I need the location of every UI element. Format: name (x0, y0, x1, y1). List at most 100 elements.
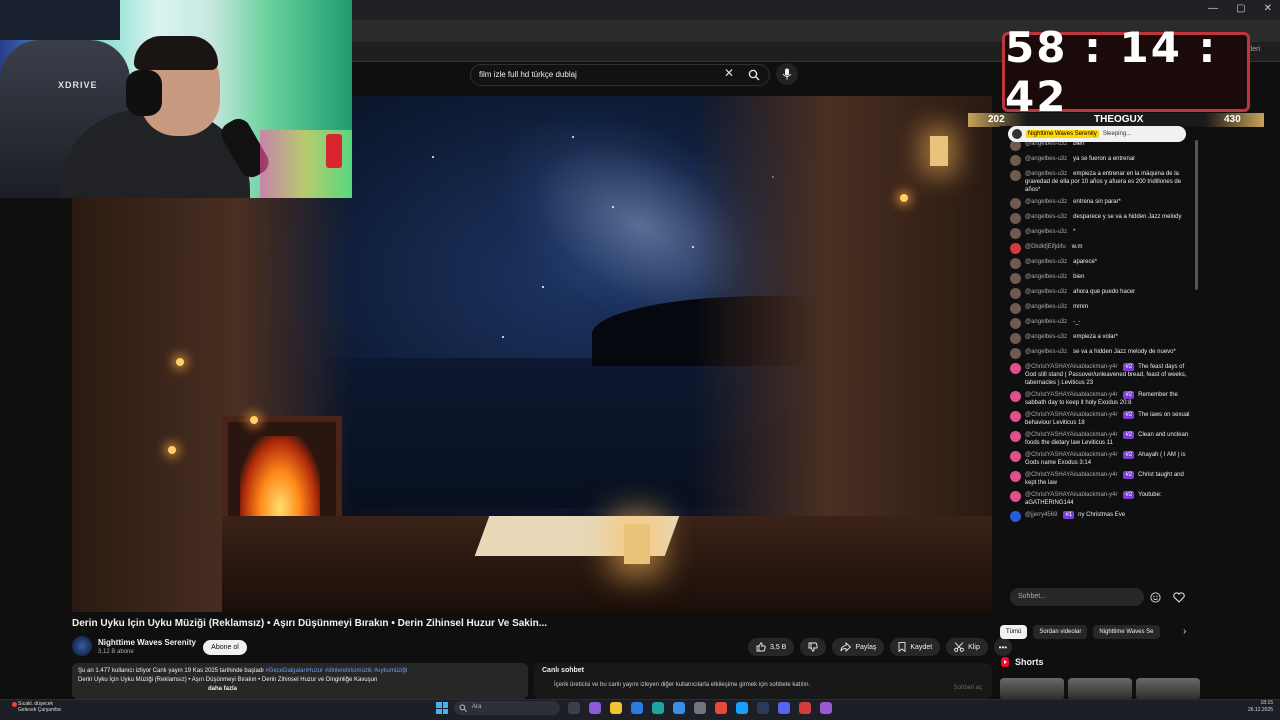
avatar[interactable] (1010, 491, 1021, 502)
chat-message[interactable]: @ChristYASHAYAisablackman-y4r #2 Ahayah ( … (1010, 451, 1192, 467)
chat-scrollbar[interactable] (1195, 140, 1198, 290)
avatar[interactable] (1010, 303, 1021, 314)
chat-message[interactable]: @DkdkfjEifjdifu w.m (1010, 243, 1192, 254)
photos-icon[interactable] (673, 702, 685, 714)
voice-search-button[interactable] (776, 63, 798, 85)
hashtags[interactable]: #GeceDalgalarıHuzur #dinlendiricimüzik #… (265, 668, 407, 674)
chat-author[interactable]: @jjerry4569 (1025, 512, 1057, 518)
chat-author[interactable]: @ChristYASHAYAisablackman-y4r (1025, 364, 1117, 370)
subscribe-button[interactable]: Abone ol (203, 640, 247, 655)
avatar[interactable] (1010, 213, 1021, 224)
chat-author[interactable]: @ChristYASHAYAisablackman-y4r (1025, 392, 1117, 398)
channel-avatar[interactable] (72, 636, 92, 656)
chat-message[interactable]: @angelbes-u3z aparece* (1010, 258, 1192, 269)
emoji-button[interactable] (1148, 590, 1162, 604)
chat-author[interactable]: @angelbes-u3z (1025, 349, 1067, 355)
tabs-next-button[interactable]: › (1183, 626, 1186, 637)
discord-icon[interactable] (778, 702, 790, 714)
avatar[interactable] (1010, 198, 1021, 209)
weather-widget[interactable]: Sıcakl. düşecek Gelecek Çarşamba (18, 701, 61, 713)
chrome-icon[interactable] (715, 702, 727, 714)
avatar[interactable] (1010, 451, 1021, 462)
chat-author[interactable]: @ChristYASHAYAisablackman-y4r (1025, 412, 1117, 418)
avatar[interactable] (1010, 471, 1021, 482)
avatar[interactable] (1010, 243, 1021, 254)
chat-message[interactable]: @jjerry4569 #1 ny Christmas Eve (1010, 511, 1192, 522)
chat-message[interactable]: @angelbes-u3z -_- (1010, 318, 1192, 329)
short-thumbnail[interactable] (1000, 678, 1064, 700)
store-icon[interactable] (631, 702, 643, 714)
avatar[interactable] (1010, 288, 1021, 299)
heart-button[interactable] (1170, 588, 1188, 606)
chat-author[interactable]: @ChristYASHAYAisablackman-y4r (1025, 472, 1117, 478)
chat-author[interactable]: @angelbes-u3z (1025, 259, 1067, 265)
open-chat-button[interactable]: Sohbeti aç (954, 685, 982, 691)
description-box[interactable]: Şu an 1.477 kullanıcı izliyor Canlı yayı… (72, 663, 528, 699)
start-button[interactable] (436, 702, 448, 714)
avatar[interactable] (1010, 363, 1021, 374)
chat-message[interactable]: @ChristYASHAYAisablackman-y4r #2 Christ ta… (1010, 471, 1192, 487)
app-icon[interactable] (736, 702, 748, 714)
channel-name[interactable]: Nighttime Waves Serenity (98, 638, 196, 647)
avatar[interactable] (1010, 170, 1021, 181)
chat-message[interactable]: @angelbes-u3z desparece y se va a hidden … (1010, 213, 1192, 224)
taskbar-search[interactable]: Ara (454, 701, 560, 715)
show-more-link[interactable]: daha fazla (208, 686, 237, 692)
short-thumbnail[interactable] (1136, 678, 1200, 700)
clip-button[interactable]: Klip (946, 638, 988, 656)
app-icon[interactable] (820, 702, 832, 714)
avatar[interactable] (1010, 391, 1021, 402)
chat-author[interactable]: @angelbes-u3z (1025, 319, 1067, 325)
chat-input[interactable]: Sohbet... (1010, 588, 1144, 606)
chat-message[interactable]: @ChristYASHAYAisablackman-y4r #2 Remember … (1010, 391, 1192, 407)
copilot-icon[interactable] (589, 702, 601, 714)
steam-icon[interactable] (757, 702, 769, 714)
chat-author[interactable]: @DkdkfjEifjdifu (1025, 244, 1066, 250)
chat-message[interactable]: @ChristYASHAYAisablackman-y4r #2 The feast… (1010, 363, 1192, 387)
avatar[interactable] (1010, 318, 1021, 329)
chat-author[interactable]: @ChristYASHAYAisablackman-y4r (1025, 492, 1117, 498)
chat-author[interactable]: @angelbes-u3z (1025, 156, 1067, 162)
short-thumbnail[interactable] (1068, 678, 1132, 700)
chat-author[interactable]: @angelbes-u3z (1025, 274, 1067, 280)
share-button[interactable]: Paylaş (832, 638, 885, 656)
app-icon[interactable] (799, 702, 811, 714)
search-button[interactable] (742, 65, 766, 85)
chat-message-list[interactable]: @angelbes-u3z bien @angelbes-u3z ya se fuer… (1010, 140, 1192, 526)
chat-message[interactable]: @angelbes-u3z ya se fueron a entrenar (1010, 155, 1192, 166)
chat-message[interactable]: @ChristYASHAYAisablackman-y4r #2 The laws … (1010, 411, 1192, 427)
more-actions-button[interactable]: ••• (993, 638, 1012, 656)
clear-search-button[interactable]: ✕ (722, 66, 736, 82)
chat-author[interactable]: @ChristYASHAYAisablackman-y4r (1025, 452, 1117, 458)
chat-message[interactable]: @angelbes-u3z bien (1010, 273, 1192, 284)
chat-message[interactable]: @angelbes-u3z mmm (1010, 303, 1192, 314)
edge-icon[interactable] (652, 702, 664, 714)
avatar[interactable] (1010, 258, 1021, 269)
chat-author[interactable]: @angelbes-u3z (1025, 199, 1067, 205)
avatar[interactable] (1010, 273, 1021, 284)
system-clock[interactable]: 18:15 26.12.2025 (1248, 700, 1273, 714)
chat-message[interactable]: @angelbes-u3z ahora que puedo hacer (1010, 288, 1192, 299)
chat-message[interactable]: @angelbes-u3z empieza a volar* (1010, 333, 1192, 344)
file-explorer-icon[interactable] (610, 702, 622, 714)
save-button[interactable]: Kaydet (890, 638, 941, 656)
chat-message[interactable]: @angelbes-u3z * (1010, 228, 1192, 239)
chat-message[interactable]: @angelbes-u3z se va a hidden Jazz melody … (1010, 348, 1192, 359)
like-button[interactable]: 3,5 B (748, 638, 795, 656)
task-view-icon[interactable] (568, 702, 580, 714)
recommendation-tab[interactable]: Nighttime Waves Se (1093, 625, 1160, 639)
settings-icon[interactable] (694, 702, 706, 714)
chat-author[interactable]: @angelbes-u3z (1025, 229, 1067, 235)
avatar[interactable] (1010, 155, 1021, 166)
avatar[interactable] (1010, 348, 1021, 359)
pinned-message[interactable]: Nighttime Waves Serenity Sleeping... (1008, 126, 1186, 142)
avatar[interactable] (1010, 511, 1021, 522)
maximize-button[interactable]: ▢ (1236, 3, 1245, 14)
recommendation-tab[interactable]: Sordan videolar (1033, 625, 1088, 639)
chat-message[interactable]: @angelbes-u3z entrena sin parar* (1010, 198, 1192, 209)
chat-message[interactable]: @angelbes-u3z empieza a entrenar en la má… (1010, 170, 1192, 194)
recommendation-tab[interactable]: Tümü (1000, 625, 1028, 639)
avatar[interactable] (1010, 333, 1021, 344)
chat-message[interactable]: @ChristYASHAYAisablackman-y4r #2 Youtube: … (1010, 491, 1192, 507)
chat-message[interactable]: @ChristYASHAYAisablackman-y4r #2 Clean and… (1010, 431, 1192, 447)
